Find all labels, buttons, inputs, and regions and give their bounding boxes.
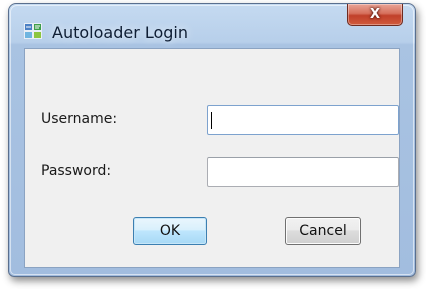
app-icon <box>24 23 42 39</box>
username-input[interactable] <box>207 105 399 135</box>
dialog-content: Username: Password: OK Cancel <box>24 48 400 268</box>
close-icon: X <box>369 7 381 22</box>
close-button[interactable]: X <box>347 4 403 26</box>
title-bar[interactable]: Autoloader Login X <box>9 4 415 48</box>
password-label: Password: <box>41 163 112 179</box>
window-title: Autoloader Login <box>52 23 189 42</box>
password-input[interactable] <box>207 157 399 187</box>
cancel-button[interactable]: Cancel <box>285 217 361 245</box>
ok-button[interactable]: OK <box>133 217 207 245</box>
login-dialog: Autoloader Login X Username: Password: O… <box>8 3 416 277</box>
username-label: Username: <box>41 111 118 127</box>
text-caret <box>211 112 212 129</box>
